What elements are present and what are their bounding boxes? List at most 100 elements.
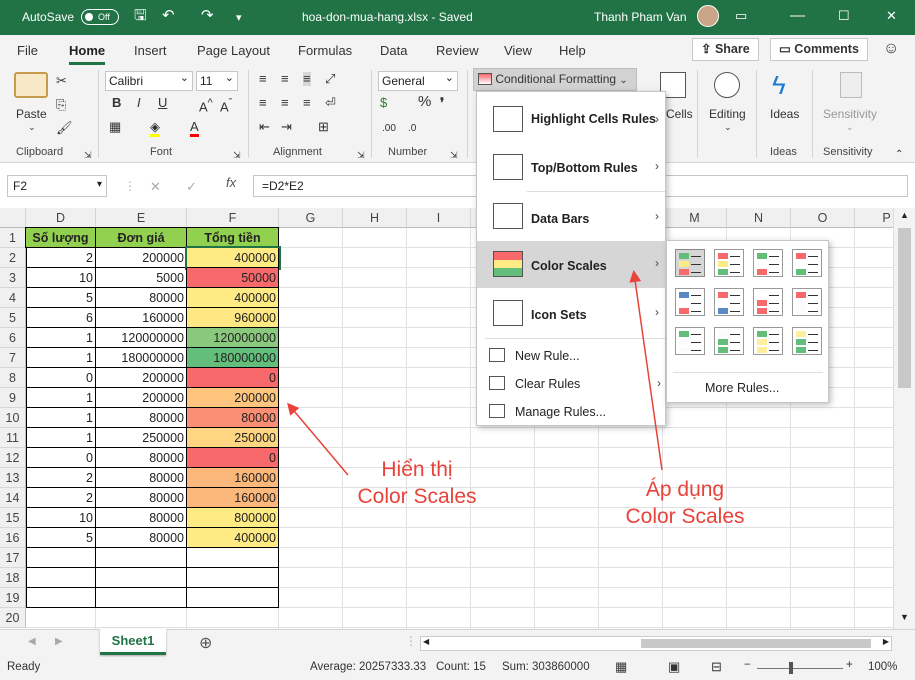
font-launcher-icon[interactable]: ⇲ [233,148,241,162]
column-header-g[interactable]: G [279,208,343,228]
color-scale-swatch[interactable] [714,327,744,355]
tab-home[interactable]: Home [69,43,106,65]
row-header[interactable]: 13 [0,468,26,488]
close-icon[interactable]: ✕ [886,8,897,24]
more-rules-link[interactable]: More Rules... [705,381,779,395]
menu-icon-sets[interactable]: Icon Sets › [477,290,667,336]
name-box-dropdown-icon[interactable]: ▾ [97,175,102,195]
row-header[interactable]: 4 [0,288,26,308]
cell-e7[interactable]: 180000000 [96,348,187,368]
document-title[interactable]: hoa-don-mua-hang.xlsx - Saved [302,10,473,24]
align-bottom-icon[interactable]: ≡ [303,72,311,86]
decrease-font-icon[interactable]: Aˇ [220,96,232,114]
align-top-icon[interactable]: ≡ [259,72,267,86]
sensitivity-icon[interactable] [840,72,862,98]
cells-button[interactable]: Cells [666,107,693,121]
tab-page-layout[interactable]: Page Layout [197,43,270,58]
decrease-indent-icon[interactable]: ⇤ [259,120,270,134]
cell-f4[interactable]: 400000 [187,288,279,308]
alignment-launcher-icon[interactable]: ⇲ [357,148,365,162]
normal-view-icon[interactable]: ▦ [615,659,627,675]
ideas-lightning-icon[interactable]: ϟ [772,70,786,101]
cancel-icon[interactable]: ✕ [150,179,161,195]
select-all-corner[interactable] [0,208,26,228]
zoom-slider-thumb[interactable] [789,662,793,674]
color-scale-swatch[interactable] [753,327,783,355]
row-header[interactable]: 10 [0,408,26,428]
paste-button[interactable]: Paste [16,107,47,121]
page-break-view-icon[interactable]: ⊟ [711,659,722,675]
cell-e16[interactable]: 80000 [96,528,187,548]
row-header[interactable]: 18 [0,568,26,588]
cell-d6[interactable]: 1 [26,328,96,348]
find-select-icon[interactable] [714,72,740,98]
number-format-combo[interactable]: General [378,69,458,91]
cell-e2[interactable]: 200000 [96,248,187,268]
cell-e5[interactable]: 160000 [96,308,187,328]
increase-indent-icon[interactable]: ⇥ [281,120,292,134]
add-sheet-icon[interactable]: ⊕ [199,633,212,653]
feedback-smiley-icon[interactable]: ☺ [883,40,899,58]
row-header[interactable]: 12 [0,448,26,468]
maximize-icon[interactable]: ☐ [838,8,850,24]
tab-file[interactable]: File [17,43,38,58]
cell-e13[interactable]: 80000 [96,468,187,488]
enter-icon[interactable]: ✓ [186,179,197,195]
row-header[interactable]: 14 [0,488,26,508]
cell-e12[interactable]: 80000 [96,448,187,468]
cell-d12[interactable]: 0 [26,448,96,468]
cell-d18[interactable] [26,568,96,588]
tab-review[interactable]: Review [436,43,479,58]
row-header[interactable]: 7 [0,348,26,368]
color-scale-swatch[interactable] [714,249,744,277]
number-launcher-icon[interactable]: ⇲ [450,148,458,162]
color-scale-swatch[interactable] [714,288,744,316]
accounting-format-icon[interactable]: $ [380,96,387,110]
row-header[interactable]: 3 [0,268,26,288]
cell-f11[interactable]: 250000 [187,428,279,448]
column-header-d[interactable]: D [26,208,96,228]
horizontal-scroll-thumb[interactable] [641,639,871,648]
prev-sheet-icon[interactable]: ◀ [28,636,36,647]
row-header[interactable]: 2 [0,248,26,268]
vertical-scrollbar[interactable]: ▲ ▼ [893,208,915,629]
orientation-icon[interactable]: ⤢ [325,72,335,86]
cell-e11[interactable]: 250000 [96,428,187,448]
color-scale-swatch[interactable] [753,249,783,277]
next-sheet-icon[interactable]: ▶ [55,636,63,647]
row-header[interactable]: 9 [0,388,26,408]
cell-e19[interactable] [96,588,187,608]
row-header[interactable]: 20 [0,608,26,628]
cell-e18[interactable] [96,568,187,588]
cell-d15[interactable]: 10 [26,508,96,528]
scroll-left-icon[interactable]: ◀ [423,637,429,646]
scroll-down-icon[interactable]: ▼ [900,612,909,622]
horizontal-scrollbar[interactable]: ◀ ▶ [420,636,892,651]
menu-clear-rules[interactable]: Clear Rules › [477,371,667,397]
cell-e17[interactable] [96,548,187,568]
tab-data[interactable]: Data [380,43,407,58]
cell-d8[interactable]: 0 [26,368,96,388]
align-center-icon[interactable]: ≡ [281,96,289,110]
row-header[interactable]: 6 [0,328,26,348]
cell-d9[interactable]: 1 [26,388,96,408]
menu-new-rule[interactable]: New Rule... [477,343,667,369]
menu-color-scales[interactable]: Color Scales › [477,241,667,288]
cell-f16[interactable]: 400000 [187,528,279,548]
borders-icon[interactable]: ▦ [109,120,121,134]
zoom-out-icon[interactable]: − [744,659,751,671]
cell-f6[interactable]: 120000000 [187,328,279,348]
align-left-icon[interactable]: ≡ [259,96,267,110]
increase-font-icon[interactable]: A^ [199,96,213,114]
cell-d4[interactable]: 5 [26,288,96,308]
autosave-toggle[interactable]: Off [81,9,119,25]
cell-e10[interactable]: 80000 [96,408,187,428]
cell-d2[interactable]: 2 [26,248,96,268]
save-icon[interactable]: 🖫 [134,8,147,24]
header-cell-d[interactable]: Số lượng [25,227,96,248]
column-header-h[interactable]: H [343,208,407,228]
cell-d19[interactable] [26,588,96,608]
row-header[interactable]: 11 [0,428,26,448]
color-scale-swatch[interactable] [675,288,705,316]
comma-style-icon[interactable]: ❜ [440,96,444,110]
